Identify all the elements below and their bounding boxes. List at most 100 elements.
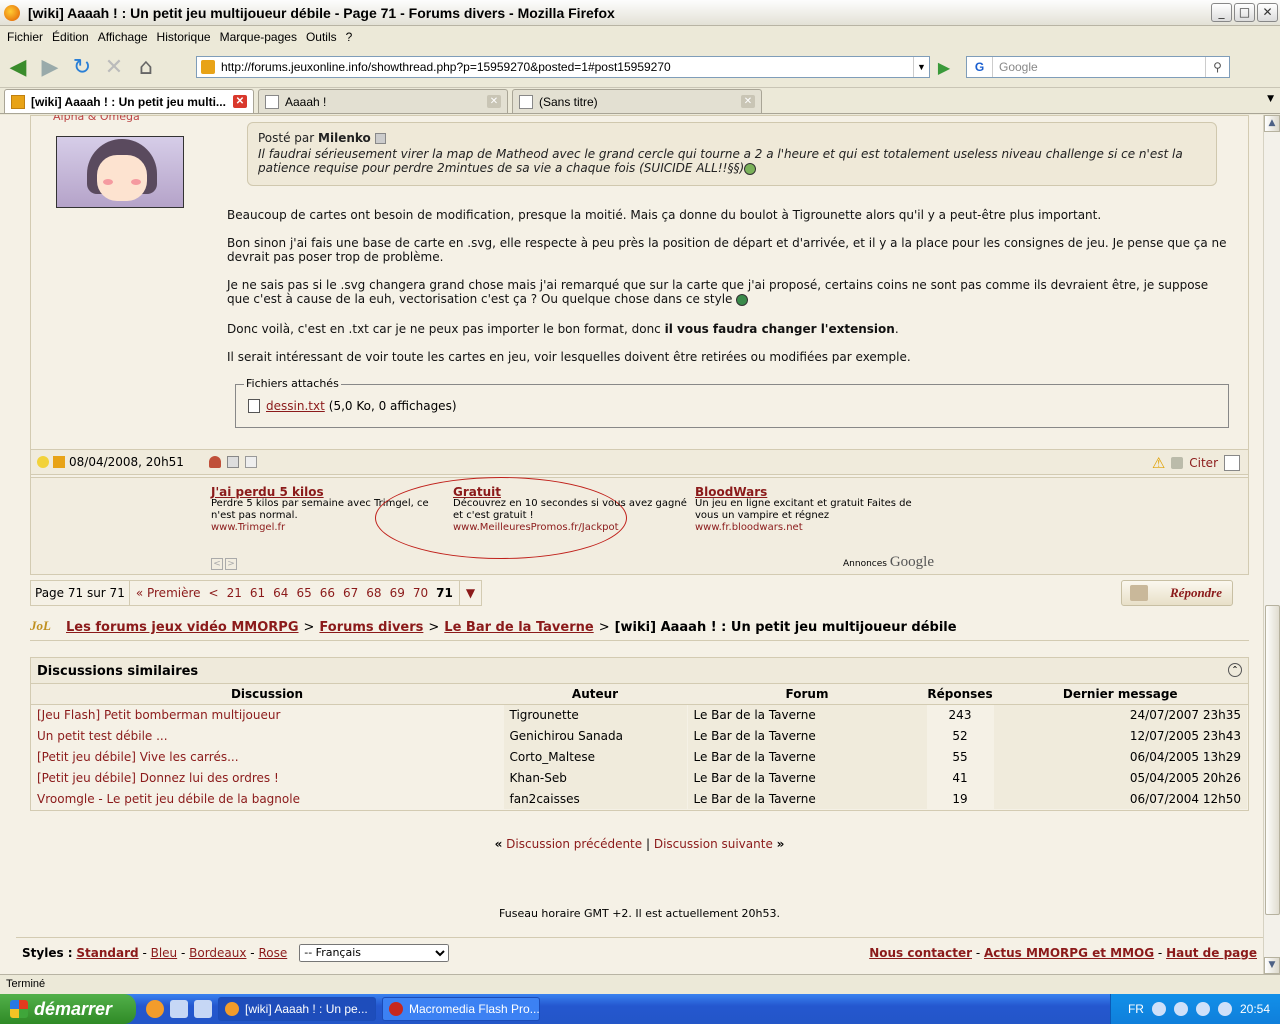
minimize-button[interactable]: _ (1211, 3, 1232, 22)
page-link[interactable]: 65 (296, 586, 311, 600)
thread-link[interactable]: Vroomgle - Le petit jeu débile de la bag… (37, 792, 300, 806)
reply-button[interactable]: Répondre (1121, 580, 1233, 606)
network-icon[interactable] (1173, 1002, 1188, 1016)
ad-1[interactable]: J'ai perdu 5 kilos Perdre 5 kilos par se… (211, 477, 627, 559)
google-ads-label[interactable]: Annonces Google (843, 554, 934, 571)
messenger-icon[interactable] (1217, 1002, 1232, 1016)
thread-link[interactable]: [Petit jeu débile] Vive les carrés... (37, 750, 239, 764)
breadcrumb-forums-divers[interactable]: Forums divers (319, 620, 423, 635)
search-bar[interactable]: G Google ⚲ (966, 56, 1230, 78)
smiley-icon (736, 293, 749, 306)
firefox-icon[interactable] (146, 1000, 164, 1018)
attachment-link[interactable]: dessin.txt (266, 399, 325, 413)
profile-icon[interactable] (209, 456, 221, 468)
view-post-icon[interactable] (374, 133, 386, 144)
vertical-scrollbar[interactable]: ▲ ▼ (1263, 115, 1280, 974)
menu-help[interactable]: ? (346, 30, 353, 44)
page-link[interactable]: 64 (273, 586, 288, 600)
close-tab-icon[interactable]: ✕ (741, 95, 755, 108)
ad-prev-icon[interactable]: < (211, 558, 223, 570)
report-warning-icon[interactable]: ⚠ (1152, 454, 1165, 472)
tab-label: Aaaah ! (285, 94, 327, 109)
url-bar[interactable]: http://forums.jeuxonline.info/showthread… (196, 56, 930, 78)
breadcrumb-root[interactable]: Les forums jeux vidéo MMORPG (66, 620, 299, 635)
next-thread-link[interactable]: Discussion suivante (654, 837, 773, 851)
help-icon[interactable] (1151, 1002, 1166, 1016)
task-flash[interactable]: Macromedia Flash Pro... (382, 997, 540, 1021)
ad-next-icon[interactable]: > (225, 558, 237, 570)
task-firefox[interactable]: [wiki] Aaaah ! : Un pe... (218, 997, 376, 1021)
post-paragraph: Bon sinon j'ai fais une base de carte en… (227, 236, 1227, 264)
style-bleu-link[interactable]: Bleu (151, 946, 178, 960)
collapse-icon[interactable]: ⌃ (1228, 663, 1242, 677)
page-link[interactable]: 70 (413, 586, 428, 600)
table-row: Un petit test débile ... Genichirou Sana… (31, 725, 1248, 746)
close-button[interactable]: ✕ (1257, 3, 1278, 22)
stop-icon[interactable]: ✕ (100, 54, 128, 82)
scroll-down-icon[interactable]: ▼ (1264, 957, 1280, 974)
maximize-button[interactable]: □ (1234, 3, 1255, 22)
thread-link[interactable]: [Jeu Flash] Petit bomberman multijoueur (37, 708, 280, 722)
scroll-thumb[interactable] (1265, 605, 1280, 915)
tab-aaaah[interactable]: Aaaah ! ✕ (258, 89, 508, 113)
profile-card-icon[interactable] (227, 456, 239, 468)
tab-wiki-aaaah[interactable]: [wiki] Aaaah ! : Un petit jeu multi... ✕ (4, 89, 254, 113)
prev-thread-link[interactable]: Discussion précédente (506, 837, 642, 851)
menu-fichier[interactable]: Fichier (7, 30, 43, 44)
back-icon[interactable]: ◀ (4, 54, 32, 82)
page-link[interactable]: 21 (227, 586, 242, 600)
reload-icon[interactable]: ↻ (68, 54, 96, 82)
contact-link[interactable]: Nous contacter (869, 946, 972, 960)
clock: 20:54 (1239, 1002, 1270, 1016)
ad-3[interactable]: BloodWars Un jeu en ligne excitant et gr… (695, 486, 931, 534)
page-jump-icon[interactable]: ▼ (458, 580, 483, 606)
tab-list-icon[interactable]: ▼ (1267, 94, 1274, 104)
top-of-page-link[interactable]: Haut de page (1166, 946, 1257, 960)
email-icon[interactable] (245, 456, 257, 468)
page-link[interactable]: 67 (343, 586, 358, 600)
search-icon[interactable]: ⚲ (1205, 57, 1229, 77)
close-tab-icon[interactable]: ✕ (487, 95, 501, 108)
url-dropdown-icon[interactable]: ▼ (913, 57, 929, 77)
go-icon[interactable]: ▶ (934, 58, 954, 78)
forward-icon[interactable]: ▶ (36, 54, 64, 82)
tab-sans-titre[interactable]: (Sans titre) ✕ (512, 89, 762, 113)
ad-title[interactable]: Gratuit (453, 486, 689, 498)
ie-icon[interactable] (170, 1000, 188, 1018)
language-indicator[interactable]: FR (1128, 1002, 1144, 1016)
scroll-up-icon[interactable]: ▲ (1264, 115, 1280, 132)
attachments-box: Fichiers attachés dessin.txt (5,0 Ko, 0 … (235, 377, 1229, 428)
steam-icon[interactable] (1195, 1002, 1210, 1016)
language-select[interactable]: -- Français (299, 943, 450, 962)
page-link[interactable]: 68 (366, 586, 381, 600)
menu-outils[interactable]: Outils (306, 30, 337, 44)
multi-quote-icon[interactable] (1224, 455, 1240, 471)
menu-marque-pages[interactable]: Marque-pages (220, 30, 297, 44)
breadcrumb-bar-taverne[interactable]: Le Bar de la Taverne (444, 620, 593, 635)
page-link[interactable]: 66 (320, 586, 335, 600)
thread-link[interactable]: [Petit jeu débile] Donnez lui des ordres… (37, 771, 279, 785)
menu-historique[interactable]: Historique (157, 30, 211, 44)
ad-url[interactable]: www.fr.bloodwars.net (695, 522, 931, 534)
jol-logo[interactable]: JoL (30, 618, 60, 638)
desktop-icon[interactable] (194, 1000, 212, 1018)
quote-link[interactable]: Citer (1189, 456, 1218, 470)
close-tab-icon[interactable]: ✕ (233, 95, 247, 108)
ad-2[interactable]: Gratuit Découvrez en 10 secondes si vous… (453, 486, 689, 534)
first-page-link[interactable]: « Première (136, 586, 201, 600)
google-engine-icon[interactable]: G (967, 57, 993, 77)
style-rose-link[interactable]: Rose (258, 946, 287, 960)
page-link[interactable]: 69 (390, 586, 405, 600)
menu-affichage[interactable]: Affichage (98, 30, 148, 44)
page-link[interactable]: 61 (250, 586, 265, 600)
actus-link[interactable]: Actus MMORPG et MMOG (984, 946, 1154, 960)
ad-title[interactable]: BloodWars (695, 486, 931, 498)
thread-link[interactable]: Un petit test débile ... (37, 729, 168, 743)
start-button[interactable]: démarrer (0, 994, 136, 1024)
style-bordeaux-link[interactable]: Bordeaux (189, 946, 246, 960)
ad-url[interactable]: www.MeilleuresPromos.fr/Jackpot (453, 522, 689, 534)
prev-page-link[interactable]: < (209, 586, 219, 600)
style-standard-link[interactable]: Standard (76, 946, 138, 960)
home-icon[interactable]: ⌂ (132, 54, 160, 82)
menu-edition[interactable]: Édition (52, 30, 89, 44)
